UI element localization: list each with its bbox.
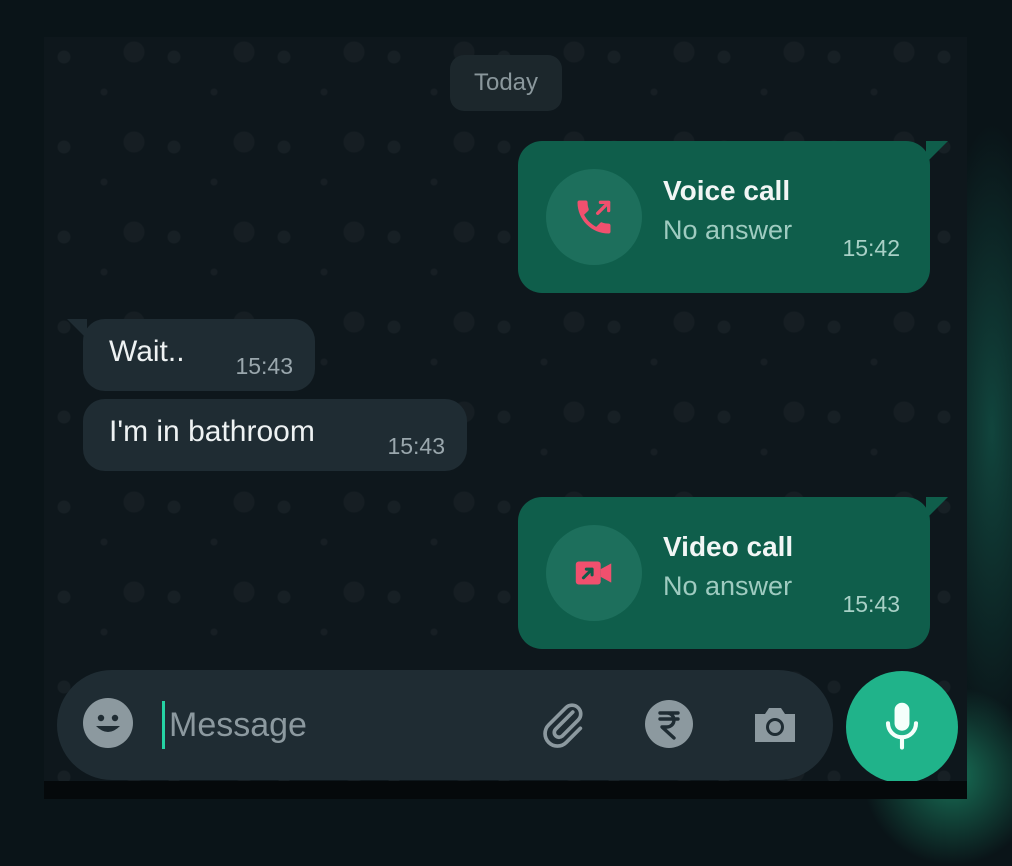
call-type-label: Video call bbox=[663, 531, 794, 562]
date-separator: Today bbox=[450, 55, 562, 111]
missed-voice-call-icon bbox=[546, 169, 642, 265]
incoming-message[interactable]: I'm in bathroom 15:43 bbox=[83, 399, 467, 471]
message-text: Wait.. bbox=[109, 335, 185, 368]
camera-icon[interactable] bbox=[749, 698, 801, 750]
call-status: No answer bbox=[663, 215, 793, 245]
microphone-icon bbox=[885, 702, 919, 750]
attach-paperclip-icon[interactable] bbox=[537, 698, 589, 750]
message-input[interactable] bbox=[167, 696, 501, 754]
message-time: 15:43 bbox=[387, 433, 445, 459]
chat-screen: Today Voice call No answer 15:42 Wait.. … bbox=[44, 37, 967, 799]
emoji-icon[interactable] bbox=[83, 698, 133, 748]
call-type-label: Voice call bbox=[663, 175, 791, 206]
missed-video-call-icon bbox=[546, 525, 642, 621]
message-time: 15:42 bbox=[842, 235, 900, 261]
navigation-strip bbox=[44, 781, 967, 799]
message-text: I'm in bathroom bbox=[109, 415, 315, 448]
message-time: 15:43 bbox=[842, 591, 900, 617]
video-call-bubble[interactable]: Video call No answer 15:43 bbox=[518, 497, 948, 649]
voice-message-button[interactable] bbox=[846, 671, 958, 783]
text-cursor bbox=[162, 701, 165, 749]
message-composer bbox=[57, 670, 833, 780]
voice-call-bubble[interactable]: Voice call No answer 15:42 bbox=[518, 141, 948, 293]
incoming-message[interactable]: Wait.. 15:43 bbox=[67, 319, 315, 391]
rupee-payment-icon[interactable] bbox=[643, 698, 695, 750]
message-time: 15:43 bbox=[235, 353, 293, 379]
call-status: No answer bbox=[663, 571, 793, 601]
